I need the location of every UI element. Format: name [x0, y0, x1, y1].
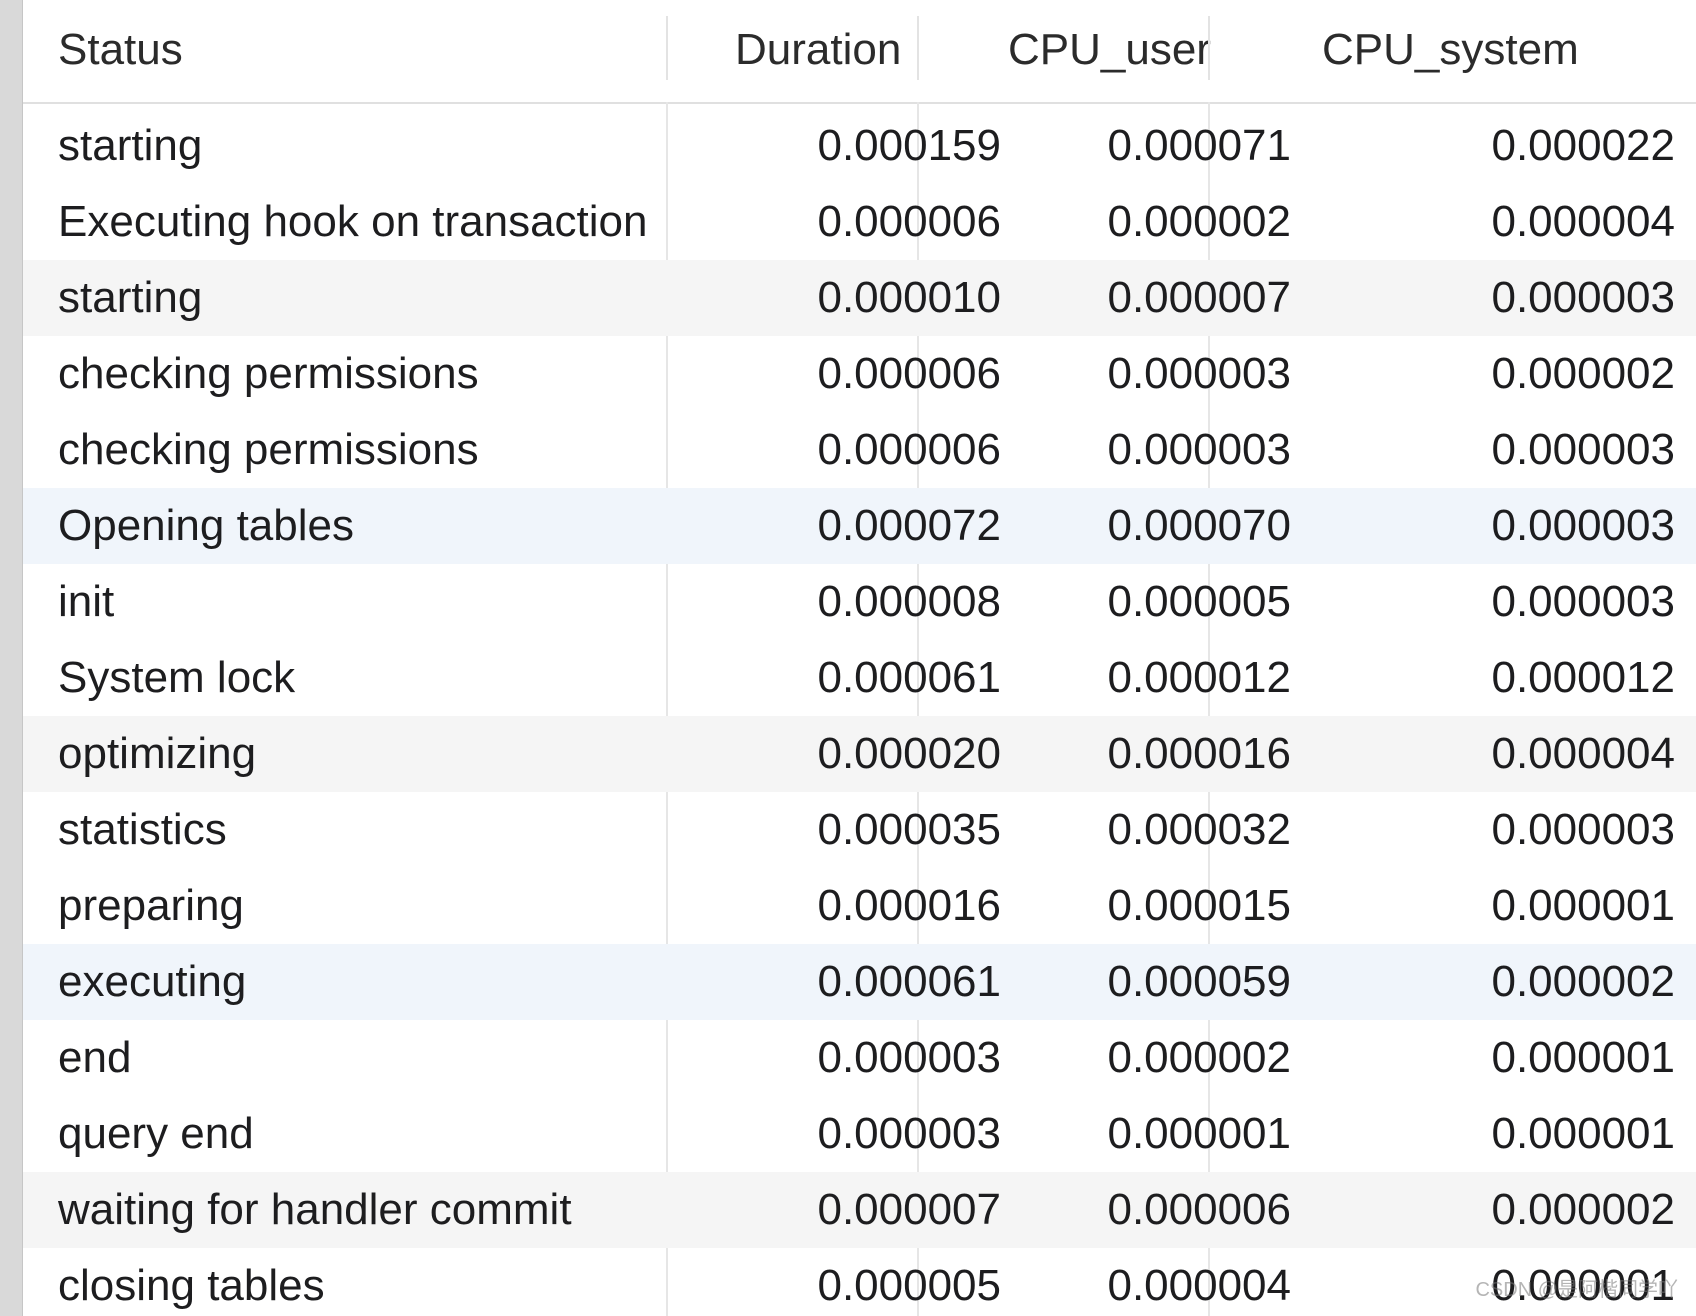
table-row[interactable]: statistics 0.000035 0.000032 0.000003 — [23, 792, 1696, 868]
cpu-user-cell: 0.000070 — [1107, 501, 1291, 550]
duration-cell: 0.000020 — [817, 729, 1001, 778]
cpu-user-cell: 0.000004 — [1107, 1261, 1291, 1310]
table-row[interactable]: starting 0.000159 0.000071 0.000022 — [23, 108, 1696, 184]
cpu-system-cell: 0.000003 — [1491, 425, 1675, 474]
table-row[interactable]: starting 0.000010 0.000007 0.000003 — [23, 260, 1696, 336]
table-row[interactable]: query end 0.000003 0.000001 0.000001 — [23, 1096, 1696, 1172]
table-row[interactable]: closing tables 0.000005 0.000004 0.000001 — [23, 1248, 1696, 1316]
status-cell: statistics — [58, 805, 227, 854]
cpu-user-cell: 0.000071 — [1107, 121, 1291, 170]
column-header-duration[interactable]: Duration — [735, 0, 901, 102]
cpu-system-cell: 0.000002 — [1491, 349, 1675, 398]
column-header-status[interactable]: Status — [58, 0, 183, 102]
status-cell: starting — [58, 121, 203, 170]
column-header-cpu-system[interactable]: CPU_system — [1322, 0, 1579, 102]
table-row[interactable]: System lock 0.000061 0.000012 0.000012 — [23, 640, 1696, 716]
query-profile-window: Status Duration CPU_user CPU_system star… — [0, 0, 1696, 1316]
status-cell: Opening tables — [58, 501, 354, 550]
status-cell: closing tables — [58, 1261, 325, 1310]
cpu-user-cell: 0.000002 — [1107, 197, 1291, 246]
cpu-system-cell: 0.000001 — [1491, 1033, 1675, 1082]
watermark: CSDN @是阿楷同学吖 — [1475, 1279, 1678, 1301]
profile-table: Status Duration CPU_user CPU_system star… — [23, 0, 1696, 1316]
cpu-system-cell: 0.000001 — [1491, 881, 1675, 930]
status-cell: starting — [58, 273, 203, 322]
cpu-system-cell: 0.000003 — [1491, 577, 1675, 626]
table-row[interactable]: waiting for handler commit 0.000007 0.0000… — [23, 1172, 1696, 1248]
table-header: Status Duration CPU_user CPU_system — [23, 0, 1696, 104]
cpu-system-cell: 0.000001 — [1491, 1109, 1675, 1158]
duration-cell: 0.000003 — [817, 1033, 1001, 1082]
table-row[interactable]: end 0.000003 0.000002 0.000001 — [23, 1020, 1696, 1096]
status-cell: optimizing — [58, 729, 257, 778]
duration-cell: 0.000006 — [817, 349, 1001, 398]
duration-cell: 0.000035 — [817, 805, 1001, 854]
duration-cell: 0.000061 — [817, 653, 1001, 702]
cpu-user-cell: 0.000003 — [1107, 349, 1291, 398]
table-row[interactable]: init 0.000008 0.000005 0.000003 — [23, 564, 1696, 640]
duration-cell: 0.000006 — [817, 425, 1001, 474]
duration-cell: 0.000006 — [817, 197, 1001, 246]
status-cell: preparing — [58, 881, 244, 930]
cpu-user-cell: 0.000001 — [1107, 1109, 1291, 1158]
status-cell: query end — [58, 1109, 254, 1158]
cpu-system-cell: 0.000004 — [1491, 197, 1675, 246]
duration-cell: 0.000005 — [817, 1261, 1001, 1310]
cpu-system-cell: 0.000004 — [1491, 729, 1675, 778]
duration-cell: 0.000072 — [817, 501, 1001, 550]
table-row[interactable]: checking permissions 0.000006 0.000003 0.00… — [23, 412, 1696, 488]
column-resize-handle[interactable] — [666, 16, 668, 80]
cpu-user-cell: 0.000012 — [1107, 653, 1291, 702]
table-row[interactable]: preparing 0.000016 0.000015 0.000001 — [23, 868, 1696, 944]
column-header-cpu-user[interactable]: CPU_user — [1008, 0, 1211, 102]
status-cell: end — [58, 1033, 132, 1082]
duration-cell: 0.000007 — [817, 1185, 1001, 1234]
cpu-user-cell: 0.000003 — [1107, 425, 1291, 474]
status-cell: executing — [58, 957, 247, 1006]
table-row[interactable]: checking permissions 0.000006 0.000003 0.00… — [23, 336, 1696, 412]
cpu-user-cell: 0.000059 — [1107, 957, 1291, 1006]
duration-cell: 0.000016 — [817, 881, 1001, 930]
left-gutter — [0, 0, 23, 1316]
duration-cell: 0.000008 — [817, 577, 1001, 626]
cpu-user-cell: 0.000016 — [1107, 729, 1291, 778]
cpu-user-cell: 0.000032 — [1107, 805, 1291, 854]
status-cell: init — [58, 577, 115, 626]
cpu-system-cell: 0.000003 — [1491, 273, 1675, 322]
table-row[interactable]: Opening tables 0.000072 0.000070 0.000003 — [23, 488, 1696, 564]
cpu-user-cell: 0.000002 — [1107, 1033, 1291, 1082]
status-cell: waiting for handler commit — [58, 1185, 572, 1234]
cpu-user-cell: 0.000006 — [1107, 1185, 1291, 1234]
cpu-system-cell: 0.000022 — [1491, 121, 1675, 170]
duration-cell: 0.000061 — [817, 957, 1001, 1006]
table-row[interactable]: Executing hook on transaction 0.000006 0.0… — [23, 184, 1696, 260]
status-cell: Executing hook on transaction — [58, 197, 648, 246]
cpu-system-cell: 0.000002 — [1491, 957, 1675, 1006]
cpu-system-cell: 0.000003 — [1491, 501, 1675, 550]
cpu-user-cell: 0.000007 — [1107, 273, 1291, 322]
table-row[interactable]: executing 0.000061 0.000059 0.000002 — [23, 944, 1696, 1020]
cpu-system-cell: 0.000002 — [1491, 1185, 1675, 1234]
cpu-system-cell: 0.000003 — [1491, 805, 1675, 854]
table-body: starting 0.000159 0.000071 0.000022 Executin… — [23, 108, 1696, 1316]
duration-cell: 0.000003 — [817, 1109, 1001, 1158]
duration-cell: 0.000010 — [817, 273, 1001, 322]
column-resize-handle[interactable] — [1208, 16, 1210, 80]
cpu-system-cell: 0.000012 — [1491, 653, 1675, 702]
cpu-user-cell: 0.000015 — [1107, 881, 1291, 930]
status-cell: checking permissions — [58, 425, 479, 474]
table-row[interactable]: optimizing 0.000020 0.000016 0.000004 — [23, 716, 1696, 792]
column-resize-handle[interactable] — [917, 16, 919, 80]
duration-cell: 0.000159 — [817, 121, 1001, 170]
status-cell: checking permissions — [58, 349, 479, 398]
cpu-user-cell: 0.000005 — [1107, 577, 1291, 626]
status-cell: System lock — [58, 653, 296, 702]
